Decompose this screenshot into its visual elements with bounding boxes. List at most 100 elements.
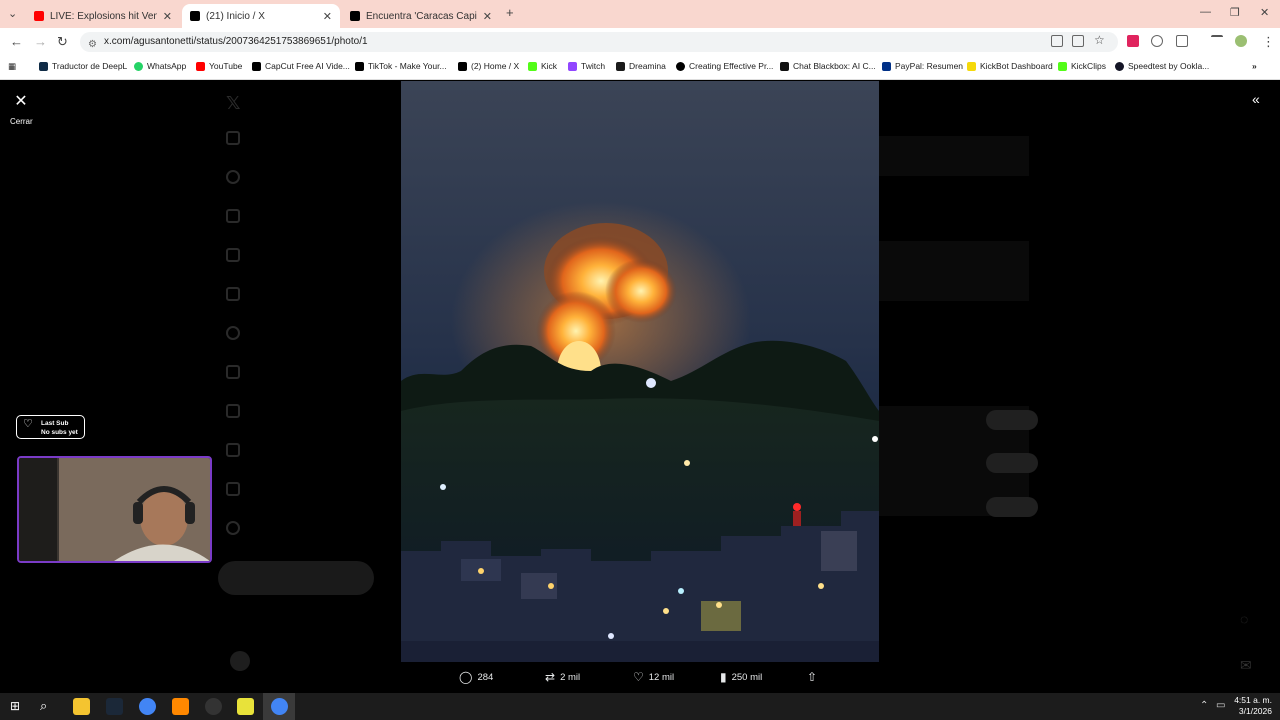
post-button [218, 561, 374, 595]
bookmark-item[interactable]: KickClips [1058, 61, 1106, 71]
site-info-icon[interactable]: ⚙ [88, 35, 97, 55]
extension-icon[interactable] [1127, 35, 1139, 47]
expand-sidebar-icon[interactable]: « [1252, 91, 1260, 107]
restore-button[interactable]: ❐ [1230, 6, 1240, 19]
install-icon[interactable] [1051, 35, 1063, 47]
bookmark-item[interactable]: Dreamina [616, 61, 666, 71]
bookmark-label: KickClips [1071, 61, 1106, 71]
close-button[interactable]: ✕ [10, 91, 32, 113]
search-icon[interactable]: ⌕ [40, 698, 47, 714]
bookmark-item[interactable]: (2) Home / X [458, 61, 519, 71]
kick-icon [528, 61, 537, 71]
post-photo[interactable] [401, 81, 879, 662]
shield-icon[interactable] [1151, 35, 1163, 47]
chrome-icon[interactable] [139, 698, 156, 715]
back-button[interactable]: ← [10, 34, 23, 49]
tab-search-icon[interactable]: ⌄ [8, 7, 17, 20]
blackbox-icon [780, 61, 789, 71]
bookmark-label: Creating Effective Pr... [689, 61, 774, 71]
repost-button[interactable]: ⇄ 2 mil [545, 670, 580, 684]
bookmark-label: (2) Home / X [471, 61, 520, 71]
bookmark-item[interactable]: WhatsApp [134, 61, 186, 71]
bookmark-label: CapCut Free AI Vide... [265, 61, 350, 71]
bookmark-item[interactable]: CapCut Free AI Vide... [252, 61, 350, 71]
steam-icon[interactable] [106, 698, 123, 715]
bookmark-item[interactable]: TikTok - Make Your... [355, 61, 447, 71]
bookmark-item[interactable]: Creating Effective Pr... [676, 61, 773, 71]
reply-button[interactable]: ◯ 284 [459, 670, 493, 684]
explosion-photo [401, 81, 879, 662]
tab-title: LIVE: Explosions hit Venezuela's [50, 10, 157, 22]
nav-item-communities [226, 443, 256, 457]
reload-button[interactable]: ↻ [57, 34, 68, 50]
taskbar: ⊞ ⌕ ⌃ ▭ 4:51 a. m. 3/1/2026 [0, 693, 1280, 720]
file-explorer-icon[interactable] [73, 698, 90, 715]
windows-start-icon[interactable]: ⊞ [10, 699, 20, 713]
grok-icon [226, 326, 240, 340]
star-icon[interactable]: ☆ [1094, 33, 1105, 47]
close-tab-icon[interactable]: ✕ [323, 10, 332, 23]
tasks-icon[interactable] [237, 698, 254, 715]
right-column [879, 81, 1039, 693]
openai-icon [676, 61, 685, 71]
more-bookmarks-icon[interactable]: » [1252, 61, 1257, 71]
bookmark-label: YouTube [209, 61, 243, 71]
network-icon[interactable]: ▭ [1216, 700, 1225, 711]
vlc-icon[interactable] [172, 698, 189, 715]
repost-count: 2 mil [560, 671, 581, 683]
nav-item-home [226, 131, 256, 145]
share-button[interactable]: ⇧ [807, 670, 822, 684]
tray-chevron-icon[interactable]: ⌃ [1200, 700, 1208, 711]
bookmark-item[interactable]: YouTube [196, 61, 242, 71]
bookmark-label: Speedtest by Ookla... [1128, 61, 1210, 71]
twitch-icon [568, 61, 577, 71]
bookmark-item[interactable]: Kick [528, 61, 557, 71]
bookmark-item[interactable]: Traductor de DeepL [39, 61, 127, 71]
bookmark-label: TikTok - Make Your... [368, 61, 447, 71]
bookmark-icon [226, 404, 240, 418]
post-actions: ◯ 284 ⇄ 2 mil ♡ 12 mil ▮ 250 mil ⇧ [441, 662, 839, 693]
tab-title: (21) Inicio / X [206, 10, 265, 22]
more-icon [226, 521, 240, 535]
apps-icon[interactable]: ▦ [8, 61, 16, 72]
grok-chat-icon[interactable]: ◌ [1240, 611, 1248, 627]
new-tab-button[interactable]: + [506, 5, 514, 20]
clock-date: 3/1/2026 [1238, 706, 1272, 716]
bookmark-item[interactable]: KickBot Dashboard [967, 61, 1053, 71]
close-tab-icon[interactable]: ✕ [483, 10, 492, 23]
avatar[interactable] [1235, 35, 1247, 47]
chrome-active-icon[interactable] [271, 698, 288, 715]
bookmark-item[interactable]: Speedtest by Ookla... [1115, 61, 1209, 71]
bookmark-item[interactable]: Twitch [568, 61, 605, 71]
media-icon[interactable] [1211, 35, 1223, 47]
views-button[interactable]: ▮ 250 mil [720, 670, 762, 684]
tab-x-inicio[interactable]: (21) Inicio / X ✕ [182, 4, 340, 28]
minimize-button[interactable]: — [1200, 6, 1211, 18]
menu-icon[interactable]: ⋮ [1262, 34, 1275, 50]
youtube-icon [196, 61, 205, 71]
tab-x-search[interactable]: Encuentra 'Caracas Capital Of V ✕ [342, 4, 500, 28]
nav-item-notifications [226, 209, 256, 223]
whatsapp-icon [134, 61, 143, 71]
obs-icon[interactable] [205, 698, 222, 715]
tab-youtube[interactable]: LIVE: Explosions hit Venezuela's ✕ [26, 4, 180, 28]
last-sub-title: Last Sub [41, 420, 69, 427]
close-window-button[interactable]: ✕ [1260, 6, 1269, 19]
nav-item-profile [226, 482, 256, 496]
close-tab-icon[interactable]: ✕ [163, 10, 172, 23]
bookmark-item[interactable]: Chat Blackbox: AI C... [780, 61, 876, 71]
nav-item-bookmarks [226, 404, 256, 418]
toolbar: ← → ↻ ⚙ x.com/agusantonetti/status/20073… [0, 28, 1280, 56]
last-sub-widget: ♡ Last Sub No subs yet [16, 415, 85, 439]
list-icon [226, 365, 240, 379]
address-bar[interactable]: ⚙ x.com/agusantonetti/status/20073642517… [80, 32, 1118, 52]
profile-icon [226, 482, 240, 496]
forward-button[interactable]: → [34, 34, 47, 49]
like-button[interactable]: ♡ 12 mil [633, 670, 674, 684]
puzzle-icon[interactable] [1176, 35, 1188, 47]
bookmark-item[interactable]: PayPal: Resumen [882, 61, 963, 71]
system-clock[interactable]: 4:51 a. m. 3/1/2026 [1234, 695, 1272, 717]
messages-icon[interactable]: ✉ [1240, 657, 1252, 674]
trend-item [879, 241, 1029, 301]
translate-icon[interactable] [1072, 35, 1084, 47]
